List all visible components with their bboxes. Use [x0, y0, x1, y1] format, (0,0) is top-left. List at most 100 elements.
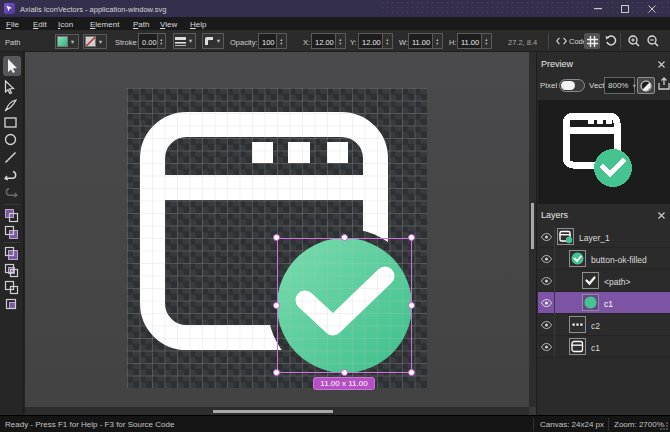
spinner-arrows[interactable]: ▲▼ — [335, 34, 345, 48]
direct-select-tool[interactable] — [4, 80, 20, 96]
visibility-toggle[interactable] — [538, 270, 555, 292]
corner-style-dropdown[interactable]: ▼ — [202, 33, 224, 49]
layer-row[interactable]: <path> — [538, 270, 670, 292]
preview-background-toggle[interactable] — [637, 77, 655, 94]
layer-row[interactable]: Layer_1 — [538, 226, 670, 248]
preview-zoom-select[interactable]: 800%▼ — [604, 77, 635, 94]
toolbar-separator — [620, 33, 621, 49]
pen-tool[interactable] — [4, 98, 20, 114]
path-label: Path — [5, 38, 20, 47]
menu-element[interactable]: Element — [90, 20, 119, 29]
x-label: X: — [303, 38, 310, 47]
distribute-button[interactable] — [4, 297, 20, 313]
close-button[interactable] — [648, 5, 656, 13]
right-panel: Preview Pixel Vector 800%▼ Layers — [536, 52, 670, 415]
preview-close-icon[interactable] — [658, 61, 665, 68]
vertical-scrollbar-thumb[interactable] — [531, 203, 534, 249]
menu-path[interactable]: Path — [133, 20, 149, 29]
w-input[interactable]: 11.00 ▲▼ — [408, 33, 443, 49]
group-button[interactable] — [4, 246, 20, 262]
ellipse-tool[interactable] — [4, 133, 20, 149]
layer-thumbnail — [569, 250, 586, 267]
layer-thumbnail — [557, 228, 574, 245]
zoom-out-button[interactable] — [645, 33, 660, 49]
status-separator — [608, 418, 609, 431]
zoom-in-button[interactable] — [626, 33, 641, 49]
h-input[interactable]: 11.00 ▲▼ — [457, 33, 492, 49]
menu-edit[interactable]: Edit — [33, 20, 47, 29]
visibility-toggle[interactable] — [538, 248, 555, 270]
menu-help[interactable]: Help — [190, 20, 206, 29]
layer-row[interactable]: c2 — [538, 314, 670, 336]
reset-view-button[interactable] — [603, 33, 619, 49]
layer-thumbnail — [582, 272, 599, 289]
horizontal-scrollbar[interactable] — [25, 407, 529, 415]
canvas-area[interactable]: 11.00 x 11.00 — [25, 52, 529, 407]
spinner-arrows[interactable]: ▲▼ — [432, 34, 442, 48]
pixel-label: Pixel — [540, 81, 557, 90]
menu-icon[interactable]: Icon — [58, 20, 73, 29]
rectangle-tool[interactable] — [4, 116, 20, 132]
properties-toolbar: Path ▼ ▼ Stroke: 0.00 ▲▼ ▼ ▼ Opacity: 10… — [0, 30, 670, 52]
select-tool[interactable] — [3, 56, 21, 76]
selection-handle-nw[interactable] — [273, 234, 280, 241]
spinner-arrows[interactable]: ▲▼ — [157, 34, 165, 48]
spinner-arrows[interactable]: ▲▼ — [276, 34, 286, 48]
y-input[interactable]: 12.00 ▲▼ — [358, 33, 393, 49]
selection-handle-sw[interactable] — [273, 369, 280, 376]
export-preview-button[interactable] — [658, 77, 670, 93]
visibility-toggle[interactable] — [538, 226, 555, 248]
resize-grip[interactable] — [660, 422, 668, 430]
toggle-knob — [561, 81, 575, 90]
send-backward-button[interactable] — [4, 225, 20, 241]
spinner-arrows[interactable]: ▲▼ — [481, 34, 491, 48]
x-input[interactable]: 12.00 ▲▼ — [311, 33, 346, 49]
zoom-out-icon — [647, 35, 659, 47]
selection-handle-e[interactable] — [408, 302, 415, 309]
redo-button[interactable] — [4, 186, 20, 202]
menu-view[interactable]: View — [160, 20, 177, 29]
selection-handle-s[interactable] — [341, 369, 348, 376]
selection-rectangle[interactable] — [277, 238, 412, 373]
ungroup-button[interactable] — [4, 263, 20, 279]
stroke-width-input[interactable]: 0.00 ▲▼ — [138, 33, 166, 49]
code-button[interactable]: Code — [556, 33, 587, 49]
undo-button[interactable] — [4, 169, 20, 185]
menu-file[interactable]: File — [6, 20, 19, 29]
vertical-scrollbar[interactable] — [529, 52, 536, 407]
visibility-toggle[interactable] — [538, 336, 555, 358]
stroke-color-picker[interactable]: ▼ — [83, 34, 107, 49]
maximize-button[interactable] — [621, 5, 629, 13]
zoom-in-icon — [628, 35, 640, 47]
visibility-toggle[interactable] — [538, 292, 555, 314]
visibility-toggle[interactable] — [538, 314, 555, 336]
layers-close-icon[interactable] — [658, 212, 665, 219]
layer-row-selected[interactable]: c1 — [538, 292, 670, 314]
preview-icon — [561, 107, 637, 193]
grid-toggle-button[interactable] — [584, 33, 600, 49]
grid-icon — [587, 36, 598, 47]
selection-handle-ne[interactable] — [408, 234, 415, 241]
line-style-dropdown[interactable]: ▼ — [173, 33, 196, 49]
opacity-input[interactable]: 100 ▲▼ — [258, 33, 287, 49]
zoom-status: Zoom: 2700% — [614, 420, 664, 429]
window-title: Axialis IconVectors - application-window… — [20, 5, 166, 14]
horizontal-scrollbar-thumb[interactable] — [213, 410, 333, 413]
layer-row[interactable]: button-ok-filled — [538, 248, 670, 270]
preview-box — [538, 100, 670, 204]
minimize-button[interactable] — [594, 8, 602, 10]
scrollbar-corner — [529, 407, 536, 415]
bring-forward-button[interactable] — [4, 208, 20, 224]
spinner-arrows[interactable]: ▲▼ — [382, 34, 392, 48]
align-button[interactable] — [4, 280, 20, 296]
opacity-label: Opacity: — [230, 38, 258, 47]
pixel-vector-toggle[interactable] — [559, 79, 585, 92]
selection-handle-w[interactable] — [273, 302, 280, 309]
layer-row[interactable]: c1 — [538, 336, 670, 358]
selection-handle-n[interactable] — [341, 234, 348, 241]
icon-canvas-grid[interactable]: 11.00 x 11.00 — [127, 88, 427, 388]
line-tool[interactable] — [4, 151, 20, 167]
selection-handle-se[interactable] — [408, 369, 415, 376]
corner-style-icon — [204, 36, 214, 46]
fill-color-picker[interactable]: ▼ — [55, 34, 79, 49]
